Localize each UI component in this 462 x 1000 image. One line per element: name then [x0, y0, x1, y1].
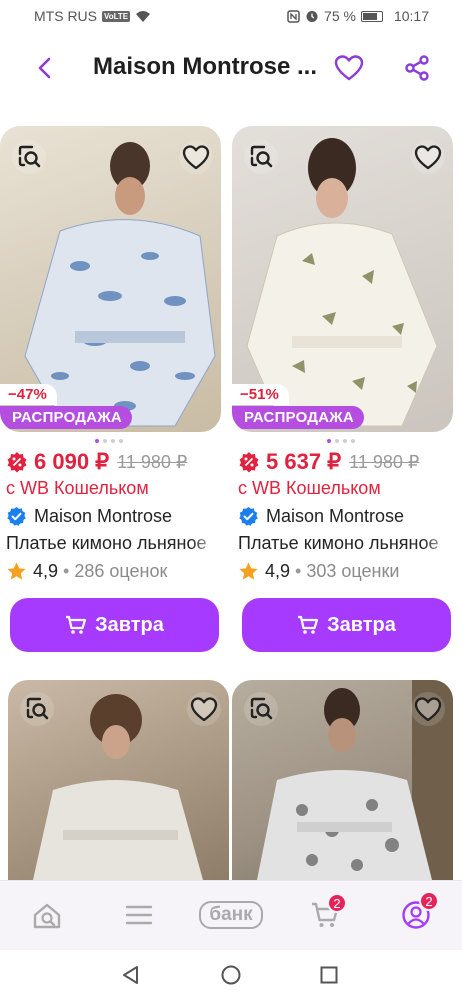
verified-icon [7, 507, 26, 526]
rating-row: 4,9 • 303 оценки [238, 561, 399, 582]
rating-value: 4,9 [33, 561, 59, 581]
alarm-icon [306, 11, 318, 22]
discount-badge: −47% [0, 384, 57, 405]
star-icon [239, 562, 258, 580]
image-pager [327, 439, 355, 443]
heart-icon[interactable] [411, 140, 445, 174]
rating-row: 4,9 • 286 оценок [6, 561, 167, 582]
add-to-cart-label: Завтра [327, 613, 396, 636]
brand-row: Maison Montrose [6, 506, 172, 527]
add-to-cart-button[interactable]: Завтра [10, 598, 219, 652]
wallet-label: с WB Кошельком [238, 478, 381, 498]
product-image[interactable] [8, 680, 229, 880]
rating-separator: • [295, 561, 302, 581]
share-icon[interactable] [402, 53, 432, 83]
wallet-discount-icon [239, 452, 259, 473]
status-bar: MTS RUS VoLTE 75 % 10:17 [0, 0, 462, 32]
heart-icon[interactable] [411, 692, 445, 726]
visual-search-icon[interactable] [244, 140, 278, 174]
back-triangle-icon[interactable] [120, 964, 142, 986]
menu-icon[interactable] [123, 899, 155, 931]
product-image[interactable]: −47% РАСПРОДАЖА [0, 126, 221, 432]
old-price: 11 980 ₽ [117, 451, 188, 472]
recents-square-icon[interactable] [318, 964, 340, 986]
brand-name[interactable]: Maison Montrose [266, 506, 404, 527]
visual-search-icon[interactable] [20, 692, 54, 726]
price-row: 6 090 ₽ 11 980 ₽ [6, 449, 187, 475]
bank-tab[interactable]: банк [199, 901, 263, 929]
home-search-icon[interactable] [30, 899, 64, 933]
rating-separator: • [63, 561, 70, 581]
brand-row: Maison Montrose [238, 506, 404, 527]
sale-badge: РАСПРОДАЖА [232, 406, 364, 429]
star-icon [7, 562, 26, 580]
product-image[interactable] [232, 680, 453, 880]
wifi-icon [136, 10, 151, 22]
rating-value: 4,9 [265, 561, 291, 581]
add-to-cart-button[interactable]: Завтра [242, 598, 451, 652]
home-circle-icon[interactable] [220, 964, 242, 986]
top-app-bar: Maison Montrose ... [0, 40, 462, 96]
cart-badge: 2 [327, 893, 347, 913]
bottom-navigation: банк 2 2 [0, 880, 462, 950]
heart-icon[interactable] [179, 140, 213, 174]
cart-icon [298, 615, 319, 634]
review-count: 286 оценок [74, 561, 168, 581]
discount-badge: −51% [232, 384, 289, 405]
product-name[interactable]: Платье кимоно льняное [6, 533, 221, 554]
back-arrow-icon[interactable] [30, 53, 60, 83]
product-image[interactable]: −51% РАСПРОДАЖА [232, 126, 453, 432]
visual-search-icon[interactable] [12, 140, 46, 174]
old-price: 11 980 ₽ [349, 451, 420, 472]
verified-icon [239, 507, 258, 526]
price-row: 5 637 ₽ 11 980 ₽ [238, 449, 419, 475]
add-to-cart-label: Завтра [95, 613, 164, 636]
battery-icon [360, 10, 383, 22]
brand-name[interactable]: Maison Montrose [34, 506, 172, 527]
sale-badge: РАСПРОДАЖА [0, 406, 132, 429]
clock: 10:17 [393, 8, 429, 24]
profile-badge: 2 [419, 891, 439, 911]
nfc-icon [287, 9, 300, 23]
battery-percent: 75 % [324, 8, 356, 24]
cart-icon [66, 615, 87, 634]
image-pager [95, 439, 123, 443]
volte-badge: VoLTE [102, 10, 131, 22]
wallet-discount-icon [7, 452, 27, 473]
current-price: 5 637 ₽ [266, 449, 342, 474]
heart-icon[interactable] [187, 692, 221, 726]
review-count: 303 оценки [306, 561, 400, 581]
current-price: 6 090 ₽ [34, 449, 110, 474]
wallet-label: с WB Кошельком [6, 478, 149, 498]
system-navigation [0, 950, 462, 1000]
carrier-name: MTS RUS [34, 8, 97, 24]
visual-search-icon[interactable] [244, 692, 278, 726]
product-name[interactable]: Платье кимоно льняное [238, 533, 453, 554]
heart-icon[interactable] [333, 52, 365, 84]
page-title: Maison Montrose ... [93, 53, 318, 80]
